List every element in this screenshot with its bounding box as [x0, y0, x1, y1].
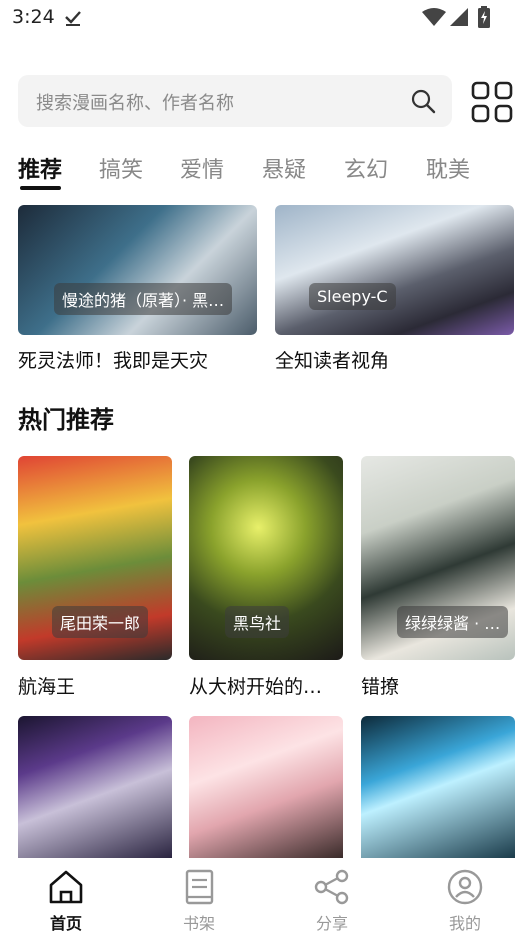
active-tab-indicator — [20, 186, 61, 190]
category-tabs: 推荐 搞笑 爱情 悬疑 玄幻 耽美 — [0, 148, 532, 192]
nav-profile[interactable]: 我的 — [425, 868, 505, 934]
hot-card-4[interactable] — [18, 716, 172, 858]
hot-author: 尾田荣一郎 — [52, 606, 149, 638]
search-icon[interactable] — [410, 88, 436, 114]
nav-share[interactable]: 分享 — [292, 868, 372, 934]
featured-title[interactable]: 全知读者视角 — [275, 346, 515, 373]
tab-fantasy[interactable]: 玄幻 — [344, 152, 388, 184]
hot-card-3[interactable]: 绿绿绿酱 · … — [361, 456, 515, 660]
nav-profile-label: 我的 — [448, 914, 481, 933]
nav-home[interactable]: 首页 — [26, 868, 106, 934]
status-bar: 3:24 — [0, 0, 532, 38]
hot-title[interactable]: 航海王 — [18, 672, 172, 699]
featured-card-2[interactable]: Sleepy-C — [275, 205, 514, 335]
signal-icon — [450, 8, 468, 26]
tab-recommend[interactable]: 推荐 — [18, 152, 62, 184]
wifi-icon — [422, 8, 446, 26]
nav-bookshelf[interactable]: 书架 — [159, 868, 239, 934]
tab-bl[interactable]: 耽美 — [426, 152, 470, 184]
nav-share-label: 分享 — [315, 914, 348, 933]
hot-title[interactable]: 从大树开始的… — [189, 672, 343, 699]
battery-icon — [478, 6, 490, 28]
bookshelf-icon — [185, 869, 214, 905]
hot-author: 绿绿绿酱 · … — [397, 606, 509, 638]
nav-home-label: 首页 — [49, 914, 82, 933]
profile-icon — [447, 869, 483, 905]
section-title-hot: 热门推荐 — [18, 406, 114, 434]
home-icon — [49, 870, 83, 904]
tab-romance[interactable]: 爱情 — [180, 152, 224, 184]
hot-card-5[interactable] — [189, 716, 343, 858]
hot-card-2[interactable]: 黑鸟社 — [189, 456, 343, 660]
download-done-icon — [65, 11, 81, 26]
featured-author: 慢途的猪（原著）· 黑… — [54, 283, 233, 315]
search-bar[interactable]: 搜索漫画名称、作者名称 — [18, 75, 452, 127]
nav-bookshelf-label: 书架 — [182, 914, 215, 933]
featured-author: Sleepy-C — [309, 283, 396, 310]
search-placeholder: 搜索漫画名称、作者名称 — [36, 93, 234, 114]
category-grid-icon[interactable] — [471, 81, 513, 123]
tab-mystery[interactable]: 悬疑 — [262, 152, 306, 184]
hot-author: 黑鸟社 — [225, 606, 290, 638]
bottom-nav: 首页 书架 分享 我的 — [0, 858, 532, 946]
hot-card-6[interactable] — [361, 716, 515, 858]
hot-title[interactable]: 错撩 — [361, 672, 515, 699]
featured-card-1[interactable]: 慢途的猪（原著）· 黑… — [18, 205, 257, 335]
hot-card-1[interactable]: 尾田荣一郎 — [18, 456, 172, 660]
status-time: 3:24 — [12, 6, 55, 28]
featured-title[interactable]: 死灵法师！我即是天灾 — [18, 346, 258, 373]
share-icon — [314, 869, 349, 905]
tab-funny[interactable]: 搞笑 — [99, 152, 143, 184]
